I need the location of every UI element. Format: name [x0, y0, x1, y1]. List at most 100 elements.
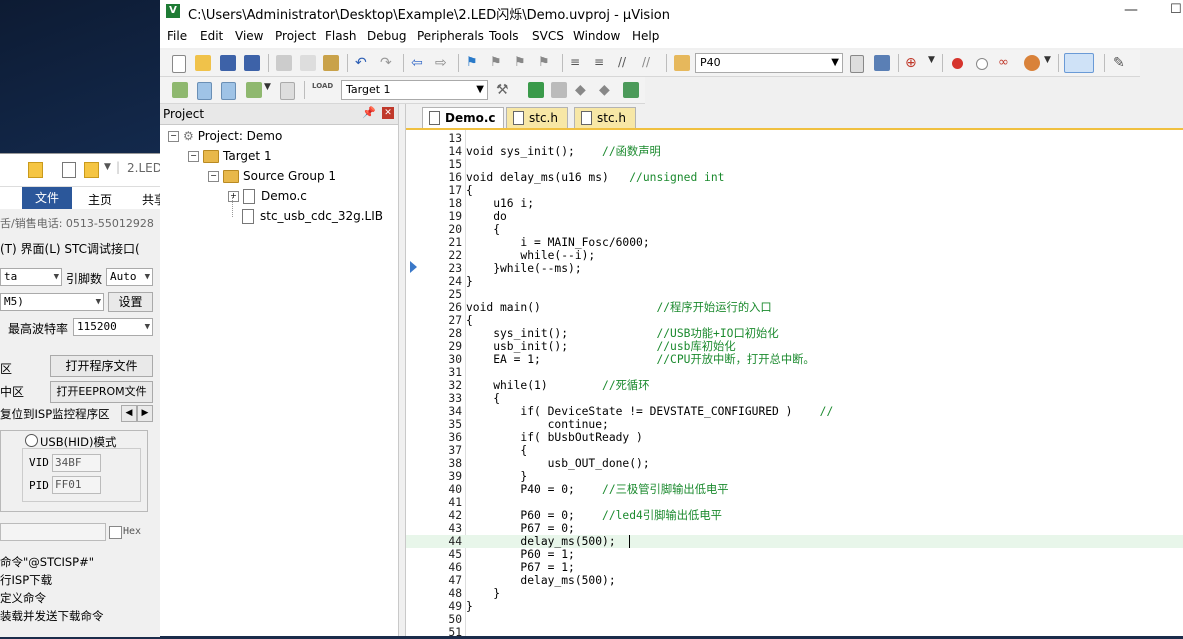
comment-icon[interactable]: // — [618, 55, 634, 71]
clear-bookmarks-icon[interactable]: ⚑ — [538, 55, 554, 71]
tab-demo-c[interactable]: Demo.c — [422, 107, 504, 128]
find-combo[interactable]: P40 ▼ — [695, 53, 843, 73]
code-line[interactable]: 18 u16 i; — [406, 197, 1183, 210]
tree-source-group[interactable]: − Source Group 1 — [208, 167, 336, 185]
tree-target[interactable]: − Target 1 — [188, 147, 272, 165]
ribbon-home-tab[interactable]: 主页 — [88, 191, 112, 208]
code-line[interactable]: 24} — [406, 275, 1183, 288]
file-extensions-icon[interactable] — [551, 82, 567, 98]
close-icon[interactable]: ✕ — [382, 107, 394, 119]
find-in-files-icon[interactable] — [674, 55, 690, 71]
code-line[interactable]: 45 P60 = 1; — [406, 548, 1183, 561]
tree-project-root[interactable]: − ⚙ Project: Demo — [168, 127, 282, 145]
menu-svcs[interactable]: SVCS — [532, 29, 564, 43]
disable-breakpoints-icon[interactable]: ∞ — [998, 55, 1014, 71]
code-line[interactable]: 28 sys_init(); //USB功能+IO口初始化 — [406, 327, 1183, 340]
open-folder-icon[interactable] — [195, 55, 211, 71]
build-icon[interactable] — [197, 82, 212, 100]
code-line[interactable]: 21 i = MAIN_Fosc/6000; — [406, 236, 1183, 249]
open-program-file-button[interactable]: 打开程序文件 — [50, 355, 153, 377]
next-bookmark-icon[interactable]: ⚑ — [514, 55, 530, 71]
code-line[interactable]: 47 delay_ms(500); — [406, 574, 1183, 587]
vid-field[interactable]: 34BF — [52, 454, 101, 472]
code-line[interactable]: 46 P67 = 1; — [406, 561, 1183, 574]
baud-select[interactable]: 115200 ▼ — [73, 318, 153, 336]
settings-button[interactable]: 设置 — [108, 292, 153, 312]
undo-icon[interactable]: ↶ — [355, 55, 371, 71]
chevron-down-icon[interactable]: ▼ — [264, 82, 280, 98]
tab-stc-h-1[interactable]: stc.h — [506, 107, 568, 128]
quick-access-dropdown-icon[interactable]: ▼ — [104, 162, 111, 172]
configure-icon[interactable]: ✎ — [1113, 55, 1129, 71]
find-icon[interactable] — [850, 55, 864, 73]
code-line[interactable]: 31 — [406, 366, 1183, 379]
code-line[interactable]: 35 continue; — [406, 418, 1183, 431]
com-port-select[interactable]: M5) ▼ — [0, 293, 104, 311]
manage-rte-icon[interactable]: ◆ — [575, 82, 591, 98]
code-line[interactable]: 23 }while(--ms); — [406, 262, 1183, 275]
code-line[interactable]: 29 usb_init(); //usb库初始化 — [406, 340, 1183, 353]
save-all-icon[interactable] — [244, 55, 260, 71]
translate-icon[interactable] — [172, 82, 188, 98]
menu-peripherals[interactable]: Peripherals — [417, 29, 484, 43]
minimize-icon[interactable]: — — [1124, 2, 1138, 18]
code-line[interactable]: 27 { — [406, 314, 1183, 327]
code-line[interactable]: 26 void main() //程序开始运行的入口 — [406, 301, 1183, 314]
code-line[interactable]: 42 P60 = 0; //led4引脚输出低电平 — [406, 509, 1183, 522]
code-line[interactable]: 15 — [406, 158, 1183, 171]
copy-icon[interactable] — [300, 55, 316, 71]
navigate-back-icon[interactable]: ⇦ — [411, 55, 427, 71]
tree-file-demo-c[interactable]: + Demo.c — [228, 187, 307, 205]
menu-file[interactable]: File — [167, 29, 187, 43]
pin-icon[interactable]: 📌 — [362, 106, 376, 119]
batch-build-icon[interactable] — [246, 82, 262, 98]
navigate-forward-icon[interactable]: ⇨ — [435, 55, 451, 71]
code-line[interactable]: 49} — [406, 600, 1183, 613]
chip-select[interactable]: ta ▼ — [0, 268, 62, 286]
code-line[interactable]: 34 if( DeviceState != DEVSTATE_CONFIGURE… — [406, 405, 1183, 418]
redo-icon[interactable]: ↷ — [380, 55, 396, 71]
menu-flash[interactable]: Flash — [325, 29, 356, 43]
tab-stc-h-2[interactable]: stc.h — [574, 107, 636, 128]
menu-debug[interactable]: Debug — [367, 29, 406, 43]
code-line[interactable]: 44 delay_ms(500); — [406, 535, 1183, 548]
collapse-icon[interactable]: − — [168, 131, 179, 142]
collapse-icon[interactable]: − — [208, 171, 219, 182]
target-options-icon[interactable]: ⚒ — [496, 82, 512, 98]
code-line[interactable]: 25 — [406, 288, 1183, 301]
collapse-icon[interactable]: − — [188, 151, 199, 162]
code-line[interactable]: 39 } — [406, 470, 1183, 483]
code-area[interactable]: 13 14 void sys_init(); //函数声明 15 16 void dela… — [406, 130, 1183, 639]
stop-build-icon[interactable] — [280, 82, 295, 100]
insert-bookmark-icon[interactable]: ⚑ — [466, 55, 482, 71]
code-line[interactable]: 33 { — [406, 392, 1183, 405]
hex-checkbox[interactable] — [109, 526, 122, 539]
code-line[interactable]: 36 if( bUsbOutReady ) — [406, 431, 1183, 444]
menu-edit[interactable]: Edit — [200, 29, 223, 43]
open-eeprom-file-button[interactable]: 打开EEPROM文件 — [50, 381, 153, 403]
menu-tools[interactable]: Tools — [489, 29, 519, 43]
code-line[interactable]: 51 — [406, 626, 1183, 639]
uncomment-icon[interactable]: // — [642, 55, 658, 71]
rebuild-icon[interactable] — [221, 82, 236, 100]
unindent-icon[interactable]: ≡ — [594, 55, 610, 71]
code-line[interactable]: 43 P67 = 0; — [406, 522, 1183, 535]
paste-icon[interactable] — [323, 55, 339, 71]
download-icon[interactable]: LOAD — [312, 82, 333, 98]
menu-view[interactable]: View — [235, 29, 263, 43]
code-line[interactable]: 17 { — [406, 184, 1183, 197]
pack-installer-icon[interactable] — [623, 82, 639, 98]
tab-scroll-left-button[interactable]: ◀ — [121, 405, 137, 422]
new-file-icon[interactable] — [172, 55, 186, 73]
select-packs-icon[interactable]: ◆ — [599, 82, 615, 98]
tab-scroll-right-button[interactable]: ▶ — [137, 405, 153, 422]
code-line[interactable]: 48 } — [406, 587, 1183, 600]
incremental-find-icon[interactable] — [874, 55, 890, 71]
code-line[interactable]: 13 — [406, 132, 1183, 145]
code-line[interactable]: 37 { — [406, 444, 1183, 457]
save-icon[interactable] — [220, 55, 236, 71]
start-debug-icon[interactable]: ⊕ — [905, 55, 921, 71]
menu-project[interactable]: Project — [275, 29, 316, 43]
cut-icon[interactable] — [276, 55, 292, 71]
code-line[interactable]: 22 while(--i); — [406, 249, 1183, 262]
